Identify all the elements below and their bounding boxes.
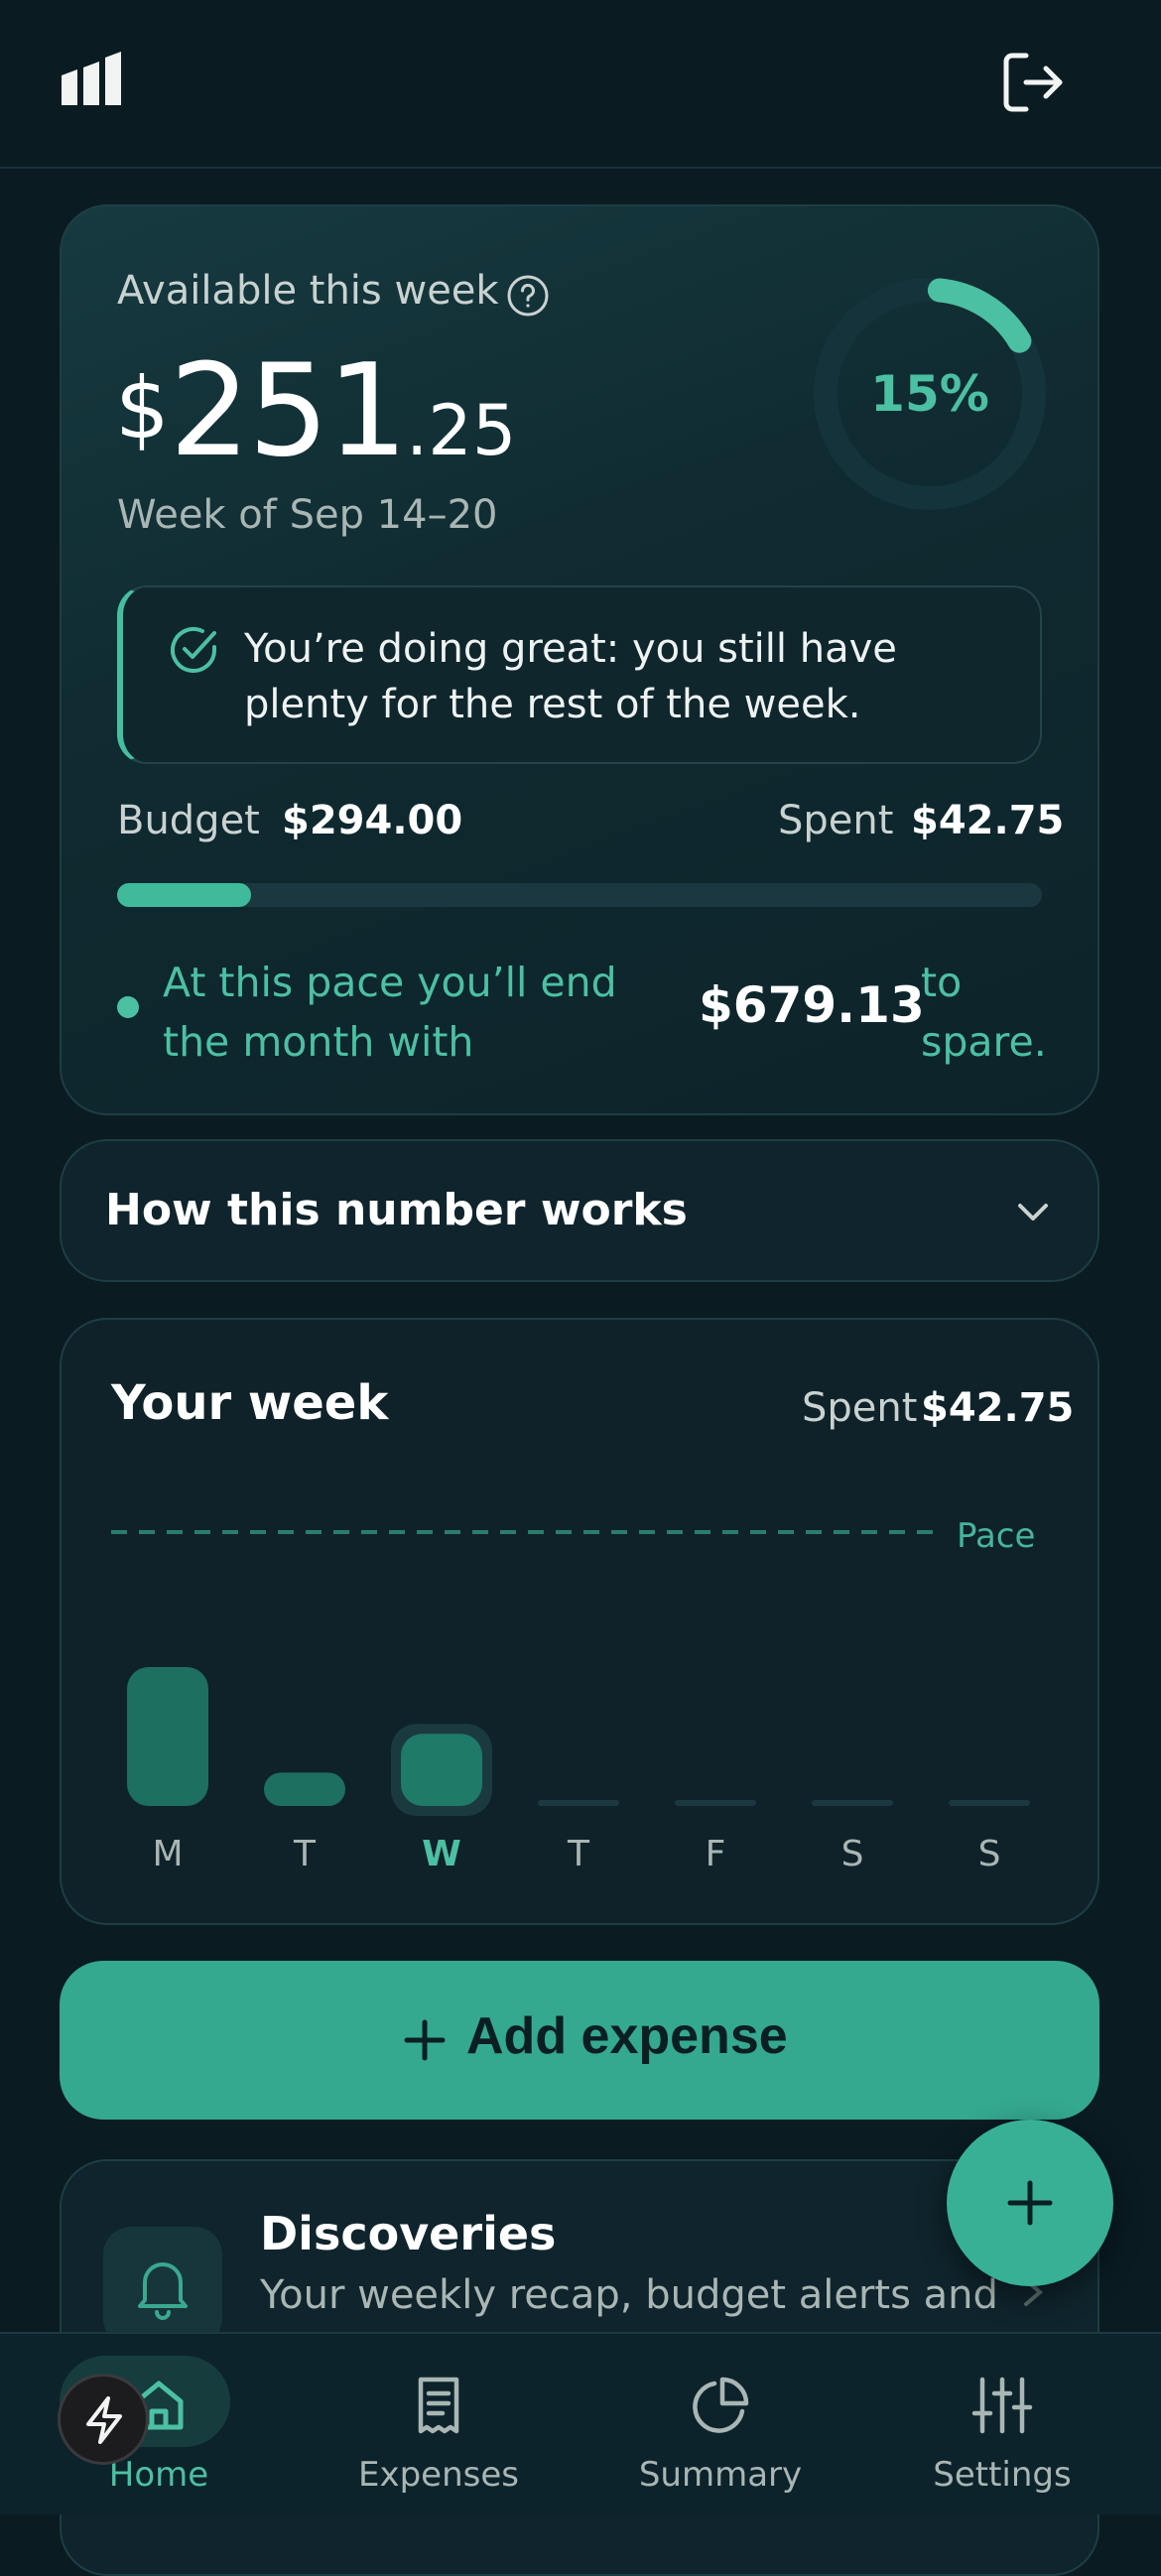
budget-progress-bar [117,883,1042,907]
available-amount: $251.25 [115,337,516,486]
day-bar-5 [812,1800,893,1806]
budget-label: Budget [117,798,260,843]
day-label-6: S [977,1834,1001,1874]
bar-logo-icon[interactable] [60,50,125,105]
day-bar-2 [401,1734,482,1806]
discoveries-title: Discoveries [260,2207,557,2260]
bell-icon [138,2262,188,2320]
logout-icon[interactable] [1002,52,1064,113]
pace-label: Pace [957,1516,1036,1556]
discoveries-subtitle: Your weekly recap, budget alerts and [260,2272,998,2318]
check-circle-icon [171,627,216,673]
nav-item-settings[interactable]: Settings [883,2334,1121,2514]
floating-add-button[interactable] [947,2120,1113,2286]
bell-icon-tile [103,2227,222,2346]
callout-text: You’re doing great: you still have plent… [244,626,897,727]
day-bar-4 [675,1800,756,1806]
ring-percent-label: 15% [870,365,989,423]
day-label-5: S [840,1834,864,1874]
plus-icon [404,2019,446,2061]
pace-indicator-dot [117,996,139,1018]
nav-item-expenses[interactable]: Expenses [320,2334,558,2514]
add-expense-label: Add expense [466,2007,788,2065]
bottom-navigation: Home Expenses Summary Settings [0,2332,1161,2514]
how-it-works-accordion[interactable]: How this number works [60,1139,1099,1282]
weekly-available-card: Available this week $251.25 Week of Sep … [60,204,1099,1115]
week-title: Your week [111,1375,389,1431]
day-bar-6 [949,1800,1030,1806]
day-label-2: W [422,1834,461,1874]
day-bar-1 [264,1772,345,1806]
sliders-icon [971,2377,1033,2434]
receipt-icon [418,2377,459,2434]
nav-label-settings: Settings [933,2455,1072,2495]
amount-whole: 251 [169,337,408,485]
app-header [0,0,1161,169]
budget-progress-fill [117,883,252,907]
day-label-3: T [568,1834,589,1874]
available-label: Available this week [117,268,499,314]
day-label-1: T [294,1834,316,1874]
week-range: Week of Sep 14–20 [117,492,498,538]
day-label-4: F [705,1834,726,1874]
day-label-0: M [152,1834,184,1874]
pace-amount: $679.13 [699,976,925,1034]
quick-action-button[interactable] [58,2374,149,2465]
budget-value: $294.00 [282,798,463,843]
day-bar-3 [538,1800,619,1806]
currency-symbol: $ [115,359,170,458]
status-callout: You’re doing great: you still have plent… [117,585,1042,764]
spent-value: $42.75 [911,798,1065,843]
week-spent-value: $42.75 [921,1385,1075,1431]
chevron-down-icon [1018,1204,1048,1221]
nav-label-expenses: Expenses [358,2455,519,2495]
spent-label: Spent [778,798,894,843]
week-spent-label: Spent [802,1385,918,1431]
bolt-icon [86,2396,122,2444]
pace-text: At this pace you’ll end the month with [163,959,617,1066]
add-expense-button[interactable]: Add expense [60,1961,1099,2120]
nav-item-summary[interactable]: Summary [601,2334,839,2514]
nav-label-summary: Summary [638,2455,803,2495]
weekly-chart-card: Your week Spent $42.75 Pace M T W T F S S [60,1318,1099,1925]
amount-cents: .25 [406,390,517,471]
question-circle-icon[interactable] [506,274,550,318]
pace-suffix: to spare. [921,959,1047,1066]
day-bar-0 [127,1667,208,1806]
pie-chart-icon [693,2377,749,2433]
accordion-title: How this number works [105,1185,688,1235]
nav-label-home: Home [108,2455,209,2495]
plus-icon [1007,2180,1053,2226]
